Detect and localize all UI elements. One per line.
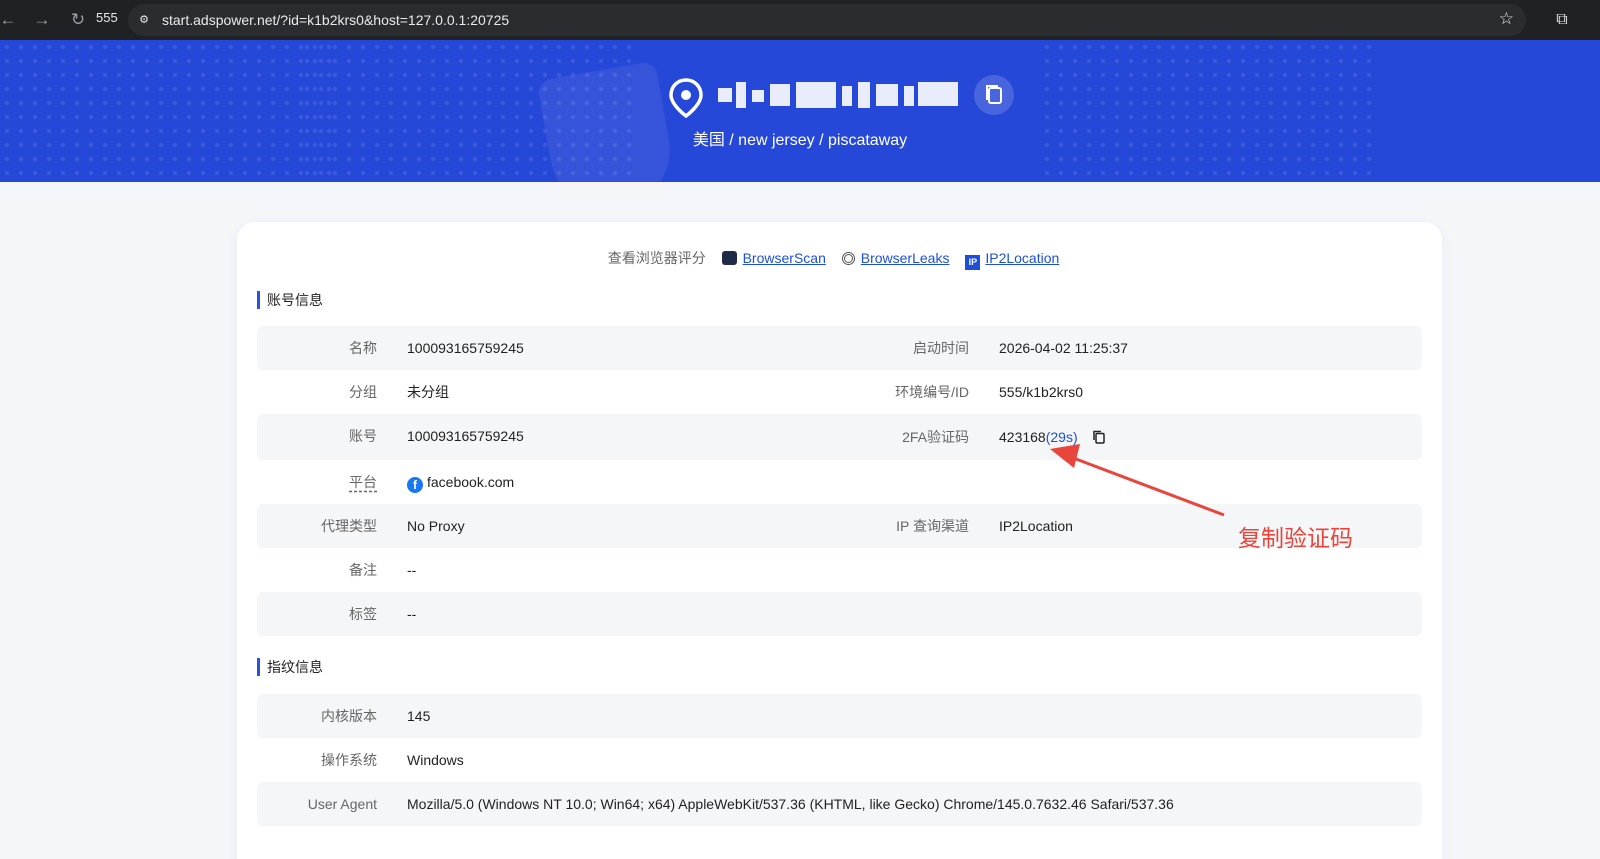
table-row: 内核版本 145 xyxy=(257,694,1422,738)
tab-label: 555 xyxy=(96,10,118,25)
field-label: 备注 xyxy=(349,562,377,578)
field-label: 名称 xyxy=(349,340,377,356)
field-label: 操作系统 xyxy=(321,752,377,768)
field-value: f facebook.com xyxy=(407,460,514,504)
fingerprint-shield-icon xyxy=(536,60,680,182)
ip2location-link[interactable]: IP2Location xyxy=(985,250,1059,266)
table-row: 分组 未分组 环境编号/ID 555/k1b2krs0 xyxy=(257,370,1422,414)
field-label: 分组 xyxy=(349,384,377,400)
field-value: 100093165759245 xyxy=(407,428,524,444)
browserleaks-link[interactable]: BrowserLeaks xyxy=(861,250,950,266)
reload-icon[interactable]: ↻ xyxy=(64,6,92,34)
field-value: No Proxy xyxy=(407,518,465,534)
field-label: 2FA验证码 xyxy=(902,429,969,445)
copy-ip-button[interactable] xyxy=(974,75,1014,115)
table-row: 名称 100093165759245 启动时间 2026-04-02 11:25… xyxy=(257,326,1422,370)
field-label: 环境编号/ID xyxy=(895,384,969,400)
copy-icon[interactable] xyxy=(1092,430,1106,444)
ip2location-icon: IP xyxy=(965,255,981,270)
browser-score-bar: 查看浏览器评分 BrowserScan BrowserLeaks IP IP2Lo… xyxy=(237,248,1442,270)
site-settings-icon[interactable]: ⚙ xyxy=(136,12,152,28)
field-value: Mozilla/5.0 (Windows NT 10.0; Win64; x64… xyxy=(407,796,1174,812)
field-label: 平台 xyxy=(349,474,377,490)
field-value: 145 xyxy=(407,708,431,724)
field-label-wrap: 平台 xyxy=(237,460,377,504)
field-value: Windows xyxy=(407,752,464,768)
field-value: 未分组 xyxy=(407,384,449,400)
ip-header: 美国 / new jersey / piscataway xyxy=(0,40,1600,182)
field-label: User Agent xyxy=(307,796,377,812)
field-label: IP 查询渠道 xyxy=(896,518,969,534)
table-row: 备注 -- xyxy=(257,548,1422,592)
table-row: User Agent Mozilla/5.0 (Windows NT 10.0;… xyxy=(257,782,1422,826)
twofa-timer: (29s) xyxy=(1045,429,1078,445)
field-value: 100093165759245 xyxy=(407,340,524,356)
table-row: 标签 -- xyxy=(257,592,1422,636)
annotation-text: 复制验证码 xyxy=(1238,525,1353,551)
ip-address-masked xyxy=(714,80,958,110)
fingerprint-section-title: 指纹信息 xyxy=(257,658,323,676)
dot-pattern-right xyxy=(1040,40,1380,182)
twofa-value: 423168 xyxy=(999,429,1046,445)
field-label: 内核版本 xyxy=(321,708,377,724)
field-value: 2026-04-02 11:25:37 xyxy=(999,340,1128,356)
field-label: 启动时间 xyxy=(913,340,969,356)
dot-pattern-left xyxy=(0,40,340,182)
field-value: IP2Location xyxy=(999,518,1073,534)
table-row: 平台 f facebook.com xyxy=(257,460,1422,504)
field-label: 代理类型 xyxy=(321,518,377,534)
url-text[interactable]: start.adspower.net/?id=k1b2krs0&host=127… xyxy=(162,12,509,28)
account-section-title: 账号信息 xyxy=(257,291,323,309)
back-icon[interactable]: ← xyxy=(0,6,22,34)
copy-icon xyxy=(986,85,1002,104)
field-value: 555/k1b2krs0 xyxy=(999,384,1084,400)
facebook-icon: f xyxy=(407,477,423,493)
location-pin-icon xyxy=(669,78,703,118)
field-label: 标签 xyxy=(349,606,377,622)
browser-toolbar: ← → ↻ 555 ⚙ start.adspower.net/?id=k1b2k… xyxy=(0,0,1600,40)
browserleaks-icon xyxy=(841,252,855,265)
star-icon[interactable]: ☆ xyxy=(1499,9,1514,29)
address-bar[interactable]: ⚙ start.adspower.net/?id=k1b2krs0&host=1… xyxy=(128,4,1526,36)
table-row: 账号 100093165759245 2FA验证码 423168(29s) xyxy=(257,414,1422,460)
forward-icon[interactable]: → xyxy=(28,6,56,34)
field-value: -- xyxy=(407,562,417,578)
extensions-icon[interactable]: ⧉ xyxy=(1548,6,1576,34)
browserscan-icon xyxy=(721,251,737,265)
twofa-code: 423168(29s) xyxy=(999,414,1106,460)
table-row: 操作系统 Windows xyxy=(257,738,1422,782)
field-value: -- xyxy=(407,606,417,622)
score-label: 查看浏览器评分 xyxy=(607,250,706,266)
field-label: 账号 xyxy=(349,428,377,444)
browserscan-link[interactable]: BrowserScan xyxy=(743,250,826,266)
platform-value: facebook.com xyxy=(427,474,515,490)
location-text: 美国 / new jersey / piscataway xyxy=(692,132,908,149)
